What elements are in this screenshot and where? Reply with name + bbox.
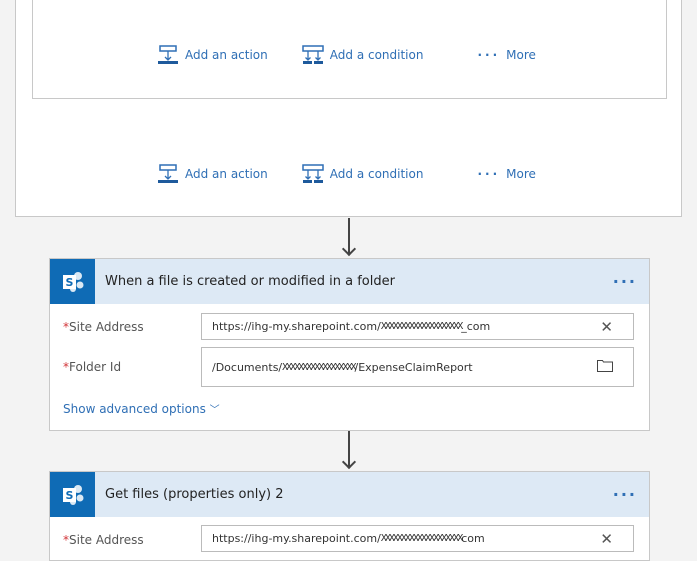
site-address-input[interactable]: https://ihg-my.sharepoint.com/XXXXXXXXXX…: [201, 313, 634, 340]
more-button[interactable]: ··· More: [477, 167, 535, 181]
add-condition-button[interactable]: Add a condition: [302, 45, 424, 65]
card-menu-button[interactable]: ···: [613, 272, 637, 291]
clear-icon[interactable]: ✕: [600, 530, 613, 548]
more-label: More: [506, 167, 536, 181]
card-header[interactable]: S When a file is created or modified in …: [50, 259, 649, 304]
trigger-card: S When a file is created or modified in …: [49, 258, 650, 431]
add-action-label: Add an action: [185, 48, 268, 62]
add-action-icon: [158, 164, 178, 183]
folder-id-label: *Folder Id: [63, 360, 122, 374]
add-action-button[interactable]: Add an action: [157, 45, 268, 65]
more-icon: ···: [477, 48, 501, 62]
clear-icon[interactable]: ✕: [600, 318, 613, 336]
add-action-icon: [158, 45, 178, 64]
card-header[interactable]: S Get files (properties only) 2 ···: [50, 472, 649, 517]
sharepoint-icon: S: [50, 472, 95, 517]
add-condition-label: Add a condition: [329, 167, 424, 181]
add-action-label: Add an action: [185, 167, 268, 181]
card-title: Get files (properties only) 2: [105, 487, 284, 502]
more-icon: ···: [477, 167, 501, 181]
svg-text:S: S: [65, 276, 73, 289]
svg-text:S: S: [65, 489, 73, 502]
site-address-label: *Site Address: [63, 533, 144, 547]
more-label: More: [506, 48, 536, 62]
action-bar-inner: Add an action Add a condition ··· More: [157, 45, 536, 65]
add-condition-icon: [302, 164, 324, 183]
action-bar-outer: Add an action Add a condition ··· More: [157, 164, 536, 184]
more-button[interactable]: ··· More: [477, 48, 535, 62]
arrow-down-icon: [341, 241, 357, 257]
chevron-down-icon: ﹀: [209, 405, 220, 416]
arrow-down-icon: [341, 454, 357, 470]
add-condition-label: Add a condition: [329, 48, 424, 62]
add-condition-icon: [302, 45, 324, 64]
show-advanced-options-link[interactable]: Show advanced options ﹀: [63, 401, 220, 416]
sharepoint-icon: S: [50, 259, 95, 304]
card-menu-button[interactable]: ···: [613, 485, 637, 504]
folder-id-input[interactable]: /Documents/XXXXXXXXXXXXXXXXXX/ExpenseCla…: [201, 347, 634, 387]
site-address-label: *Site Address: [63, 320, 144, 334]
add-action-button[interactable]: Add an action: [157, 164, 268, 184]
folder-icon[interactable]: [597, 358, 613, 376]
card-title: When a file is created or modified in a …: [105, 274, 395, 289]
add-condition-button[interactable]: Add a condition: [302, 164, 424, 184]
